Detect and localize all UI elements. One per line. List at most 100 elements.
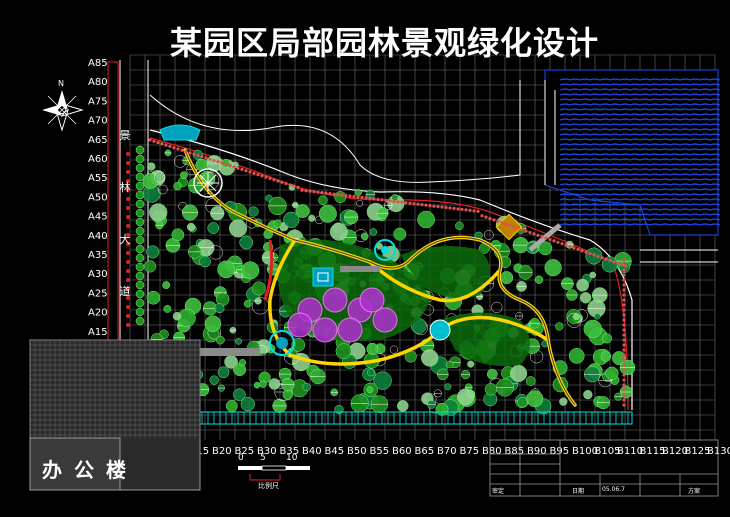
tree-symbol (437, 368, 449, 381)
tree-symbol (248, 206, 259, 217)
hedge-dot (520, 228, 524, 232)
tree-symbol (188, 245, 202, 259)
hedge-dot (622, 278, 626, 282)
tree-symbol (334, 191, 347, 204)
tree-symbol (186, 222, 196, 232)
tree-symbol (444, 383, 452, 391)
hedge-dot (622, 268, 626, 272)
road-label-char: 景 (119, 129, 131, 142)
hedge-dot (464, 208, 468, 212)
tree-symbol (467, 360, 475, 368)
svg-text:N: N (58, 79, 64, 88)
tree-symbol (149, 203, 168, 222)
tree-symbol (241, 261, 260, 280)
hedge-dot (252, 171, 256, 175)
column-label: B75 (460, 446, 480, 457)
column-label: B130 (707, 446, 730, 457)
hedge-dot (456, 207, 460, 211)
tree-symbol (217, 366, 230, 379)
hedge-dot (184, 149, 188, 154)
tree-symbol (251, 281, 266, 296)
hedge-dot (332, 192, 336, 196)
plaza-circle (337, 317, 363, 343)
tree-symbol (366, 342, 379, 355)
tree-symbol (529, 317, 540, 329)
hedge-dot (622, 318, 626, 322)
hedge-dot (296, 185, 300, 189)
tree-symbol (310, 368, 326, 385)
tree-symbol (486, 368, 498, 380)
tree-symbol (534, 275, 544, 284)
hedge-dot (622, 333, 626, 337)
tree-symbol (427, 400, 436, 409)
tree-symbol (172, 312, 182, 321)
hedge-dot (168, 144, 172, 148)
hedge-dot (540, 235, 544, 239)
building-label: 办公楼 (42, 458, 138, 482)
tree-symbol (254, 297, 262, 305)
hedge-dot (480, 214, 484, 218)
tree-symbol (229, 219, 247, 238)
hedge-dot (508, 223, 512, 228)
tree-symbol (217, 384, 225, 392)
tree-symbol (354, 188, 362, 197)
hedge-dot (622, 348, 626, 352)
hedge-dot (572, 246, 576, 250)
column-label: B80 (482, 446, 502, 457)
hedge-dot (622, 258, 626, 262)
tree-symbol (515, 312, 524, 320)
hedge-dot (622, 273, 626, 277)
row-label: A75 (88, 96, 108, 107)
tree-symbol (366, 386, 374, 394)
hedge-dot (152, 139, 156, 143)
tree-symbol (243, 299, 252, 308)
row-label: A85 (88, 58, 108, 69)
hedge-dot (612, 260, 616, 264)
tree-symbol (272, 398, 287, 414)
hedge-dot (622, 283, 626, 287)
tb-stage: 方案 (688, 488, 701, 495)
hedge-dot (600, 256, 604, 260)
hedge-dot (504, 222, 508, 226)
tree-symbol (518, 265, 533, 280)
hedge-dot (516, 226, 520, 230)
hedge-dot (468, 208, 472, 212)
title-block-row: 审定 日期 05.06.7 方案 (492, 486, 718, 496)
tree-symbol (235, 337, 242, 345)
tree-symbol (329, 222, 348, 241)
hedge-dot (564, 243, 568, 247)
hedge-dot (488, 216, 492, 221)
hedge-dot (260, 174, 264, 178)
hedge-dot (622, 288, 626, 292)
hedge-dot (288, 183, 292, 187)
tree-symbol (484, 383, 498, 396)
tree-symbol (162, 281, 171, 290)
tree-symbol (517, 396, 528, 408)
tree-symbol (155, 221, 164, 230)
hedge-dot (622, 313, 626, 317)
hedge-dot (496, 219, 500, 223)
hedge-dot (300, 188, 304, 192)
hedge-dot (556, 240, 560, 244)
tree-symbol (461, 370, 471, 380)
column-label: B45 (325, 446, 345, 457)
tree-symbol (421, 349, 439, 367)
hedge-dot (340, 193, 344, 197)
hedge-dot (208, 157, 212, 161)
tree-symbol (204, 315, 222, 332)
hedge-dot (622, 338, 626, 342)
hedge-dot (304, 189, 308, 193)
tree-symbol (146, 290, 161, 305)
row-label: A80 (88, 77, 108, 88)
hedge-dot (622, 363, 626, 367)
scale-tick-10: 10 (286, 453, 298, 463)
row-label: A35 (88, 250, 108, 261)
hedge-dot (392, 199, 396, 203)
hedge-dot (196, 153, 200, 157)
tree-symbol (568, 348, 585, 364)
hedge-dot (272, 178, 276, 182)
hedge-dot (622, 328, 626, 332)
hedge-dot (224, 162, 228, 166)
tree-symbol (217, 260, 236, 279)
row-label: A15 (88, 327, 108, 338)
